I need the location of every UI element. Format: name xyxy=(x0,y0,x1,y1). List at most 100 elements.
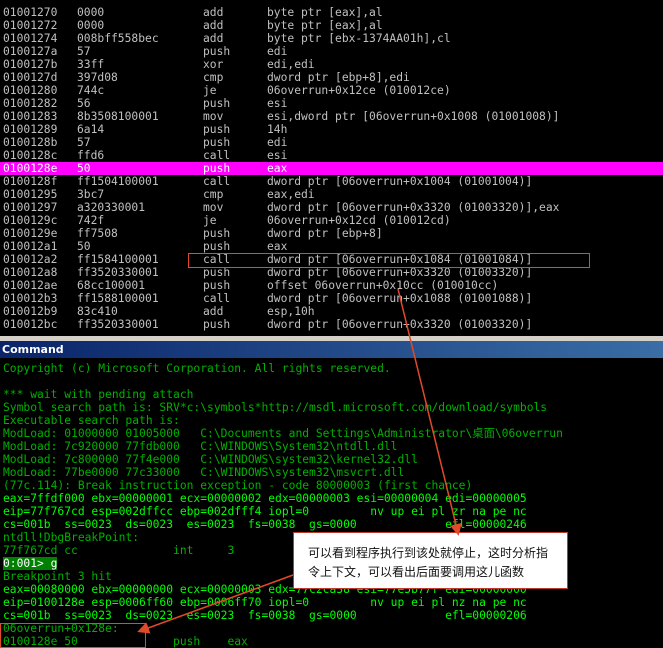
disasm-row[interactable]: 01001289 6a14 push 14h xyxy=(0,123,663,136)
disasm-operands: dword ptr [ebp+8],edi xyxy=(267,71,410,84)
disasm-mnemonic: call xyxy=(203,175,231,188)
console-line: Executable search path is: xyxy=(3,414,180,427)
disasm-row[interactable]: 01001274 008bff558bec add byte ptr [ebx-137… xyxy=(0,32,663,45)
disasm-row[interactable]: 0100129e ff7508 push dword ptr [ebp+8] xyxy=(0,227,663,240)
disasm-bytes: 33ff xyxy=(77,58,105,71)
annotation-callout: 可以看到程序执行到该处就停止，这时分析指令上下文，可以看出后面要调用这儿函数 xyxy=(293,532,568,589)
disasm-row[interactable]: 0100127b 33ff xor edi,edi xyxy=(0,58,663,71)
command-window-title: Command xyxy=(2,343,64,356)
disasm-operands: 14h xyxy=(267,123,288,136)
disasm-bytes: 68cc100001 xyxy=(77,279,146,292)
disasm-operands: byte ptr [eax],al xyxy=(267,19,383,32)
disasm-mnemonic: mov xyxy=(203,110,224,123)
disasm-operands: eax,edi xyxy=(267,188,315,201)
disasm-row[interactable]: 0100128c ffd6 call esi xyxy=(0,149,663,162)
disasm-address: 01001289 xyxy=(3,123,58,136)
disasm-address: 0100129e xyxy=(3,227,58,240)
disasm-address: 0100128c xyxy=(3,149,58,162)
disasm-bytes: ff7508 xyxy=(77,227,118,240)
disasm-row[interactable]: 01001283 8b3508100001 mov esi,dword ptr [06… xyxy=(0,110,663,123)
console-line: eip=77f767cd esp=002dffcc ebp=002dfff4 i… xyxy=(3,505,527,518)
console-line: eip=0100128e esp=0006ff60 ebp=0006ff70 i… xyxy=(3,596,527,609)
disasm-operands: esp,10h xyxy=(267,305,315,318)
disassembly-window[interactable]: 01001270 0000 add byte ptr [eax],al 01001272… xyxy=(0,0,663,336)
annotation-text: 可以看到程序执行到该处就停止，这时分析指令上下文，可以看出后面要调用这儿函数 xyxy=(308,546,549,579)
disasm-bytes: ffd6 xyxy=(77,149,105,162)
call-highlight-box xyxy=(188,253,590,268)
disasm-address: 01001274 xyxy=(3,32,58,45)
console-line: eax=7ffdf000 ebx=00000001 ecx=00000002 e… xyxy=(3,492,527,505)
disasm-row[interactable]: 01001295 3bc7 cmp eax,edi xyxy=(0,188,663,201)
disasm-mnemonic: cmp xyxy=(203,188,224,201)
disasm-mnemonic: push xyxy=(203,97,231,110)
disasm-bytes: 0000 xyxy=(77,6,105,19)
disasm-bytes: 57 xyxy=(77,136,91,149)
disasm-row[interactable]: 010012ae 68cc100001 push offset 06overrun+0… xyxy=(0,279,663,292)
disasm-row[interactable]: 0100129c 742f je 06overrun+0x12cd (010012cd… xyxy=(0,214,663,227)
disasm-row[interactable]: 01001280 744c je 06overrun+0x12ce (010012ce… xyxy=(0,84,663,97)
disasm-row[interactable]: 01001282 56 push esi xyxy=(0,97,663,110)
disasm-mnemonic: je xyxy=(203,84,217,97)
console-line: ModLoad: 01000000 01005000 C:\Documents … xyxy=(3,427,563,440)
disasm-bytes: 3bc7 xyxy=(77,188,105,201)
disasm-row[interactable]: 0100127a 57 push edi xyxy=(0,45,663,58)
console-line: ModLoad: 7c800000 77f4e000 C:\WINDOWS\sy… xyxy=(3,453,418,466)
console-line: ntdll!DbgBreakPoint: xyxy=(3,531,140,544)
address-highlight-box xyxy=(0,623,146,648)
disasm-address: 0100127d xyxy=(3,71,58,84)
disasm-operands: esi xyxy=(267,149,288,162)
disasm-address: 0100128f xyxy=(3,175,58,188)
disasm-operands: esi xyxy=(267,97,288,110)
disasm-row[interactable]: 010012bc ff3520330001 push dword ptr [06ove… xyxy=(0,318,663,331)
disasm-row[interactable]: 010012a1 50 push eax xyxy=(0,240,663,253)
disasm-address: 01001297 xyxy=(3,201,58,214)
disasm-address: 010012a8 xyxy=(3,266,58,279)
disasm-bytes: 6a14 xyxy=(77,123,105,136)
disasm-address: 0100128e xyxy=(3,162,58,175)
disasm-address: 01001272 xyxy=(3,19,58,32)
disasm-mnemonic: push xyxy=(203,318,231,331)
disasm-operands: byte ptr [eax],al xyxy=(267,6,383,19)
disasm-row[interactable]: 0100128b 57 push edi xyxy=(0,136,663,149)
disasm-bytes: a320330001 xyxy=(77,201,146,214)
disasm-row[interactable]: 0100127d 397d08 cmp dword ptr [ebp+8],edi xyxy=(0,71,663,84)
disasm-address: 0100128b xyxy=(3,136,58,149)
disasm-mnemonic: push xyxy=(203,123,231,136)
disasm-mnemonic: push xyxy=(203,279,231,292)
disasm-mnemonic: cmp xyxy=(203,71,224,84)
disasm-bytes: 57 xyxy=(77,45,91,58)
console-line: Symbol search path is: SRV*c:\symbols*ht… xyxy=(3,401,548,414)
disasm-operands: dword ptr [06overrun+0x1088 (01001088)] xyxy=(267,292,533,305)
disasm-mnemonic: mov xyxy=(203,201,224,214)
disasm-mnemonic: add xyxy=(203,305,224,318)
console-line: Breakpoint 3 hit xyxy=(3,570,112,583)
disasm-operands: edi,edi xyxy=(267,58,315,71)
disasm-mnemonic: push xyxy=(203,240,231,253)
disasm-address: 010012b3 xyxy=(3,292,58,305)
disasm-bytes: 0000 xyxy=(77,19,105,32)
disasm-row[interactable]: 01001272 0000 add byte ptr [eax],al xyxy=(0,19,663,32)
disasm-address: 010012b9 xyxy=(3,305,58,318)
disasm-operands: edi xyxy=(267,136,288,149)
disasm-row[interactable]: 01001297 a320330001 mov dword ptr [06overru… xyxy=(0,201,663,214)
disasm-operands: dword ptr [06overrun+0x1004 (01001004)] xyxy=(267,175,533,188)
disasm-row[interactable]: 01001270 0000 add byte ptr [eax],al xyxy=(0,6,663,19)
disasm-row-current[interactable]: 0100128e 50 push eax xyxy=(0,162,663,175)
disasm-row[interactable]: 010012b9 83c410 add esp,10h xyxy=(0,305,663,318)
disasm-mnemonic: xor xyxy=(203,58,224,71)
disasm-operands: offset 06overrun+0x10cc (010010cc) xyxy=(267,279,499,292)
disasm-mnemonic: call xyxy=(203,292,231,305)
disasm-address: 010012a1 xyxy=(3,240,58,253)
disasm-mnemonic: add xyxy=(203,32,224,45)
command-window-output[interactable]: Copyright (c) Microsoft Corporation. All… xyxy=(0,358,663,648)
disasm-bytes: 744c xyxy=(77,84,105,97)
disasm-row[interactable]: 010012b3 ff1588100001 call dword ptr [06ove… xyxy=(0,292,663,305)
disasm-address: 01001295 xyxy=(3,188,58,201)
console-line: (77c.114): Break instruction exception -… xyxy=(3,479,473,492)
disasm-address: 01001282 xyxy=(3,97,58,110)
disasm-row[interactable]: 0100128f ff1504100001 call dword ptr [06ove… xyxy=(0,175,663,188)
disasm-address: 0100129c xyxy=(3,214,58,227)
disasm-operands: edi xyxy=(267,45,288,58)
command-window-titlebar[interactable]: Command xyxy=(0,341,663,358)
disasm-address: 0100127a xyxy=(3,45,58,58)
